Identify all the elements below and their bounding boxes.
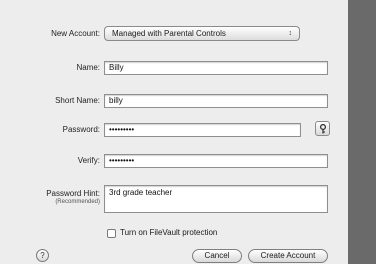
name-field[interactable]: Billy [104, 61, 328, 75]
key-icon [319, 124, 327, 134]
filevault-checkbox[interactable] [107, 229, 116, 238]
name-label: Name: [76, 63, 100, 72]
password-field[interactable]: ••••••••• [104, 123, 301, 137]
short-name-label: Short Name: [55, 96, 100, 105]
filevault-label: Turn on FileVault protection [120, 228, 218, 237]
short-name-field[interactable]: billy [104, 94, 328, 108]
new-account-label: New Account: [51, 29, 100, 38]
create-account-button[interactable]: Create Account [248, 249, 328, 263]
password-hint-sublabel: (Recommended) [55, 199, 100, 205]
background-window-strip [348, 0, 376, 264]
account-type-select[interactable]: Managed with Parental Controls ↕ [104, 26, 300, 41]
password-hint-label: Password Hint: [46, 189, 100, 198]
cancel-button[interactable]: Cancel [192, 249, 242, 263]
verify-field[interactable]: ••••••••• [104, 154, 328, 168]
password-hint-field[interactable]: 3rd grade teacher [104, 185, 328, 213]
password-assistant-button[interactable] [315, 121, 330, 136]
verify-label: Verify: [77, 156, 100, 165]
help-button[interactable]: ? [36, 249, 49, 262]
password-label: Password: [62, 125, 100, 134]
account-type-value: Managed with Parental Controls [112, 29, 226, 38]
new-account-dialog: New Account: Managed with Parental Contr… [0, 0, 348, 264]
select-arrows-icon: ↕ [288, 30, 293, 37]
